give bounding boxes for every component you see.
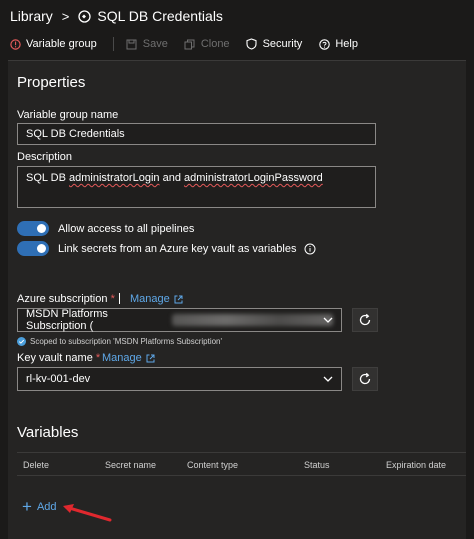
- breadcrumb-separator: >: [61, 8, 70, 24]
- refresh-icon: [358, 313, 372, 327]
- external-link-icon: [146, 354, 155, 363]
- toolbar: Variable group Save Clone Security Help: [0, 32, 474, 56]
- clone-button[interactable]: Clone: [184, 38, 230, 50]
- description-label: Description: [17, 151, 73, 163]
- label-divider: [119, 293, 120, 304]
- chevron-down-icon: [323, 376, 333, 383]
- page-header: Library > SQL DB Credentials: [0, 0, 474, 32]
- azure-subscription-value: MSDN Platforms Subscription (: [26, 308, 108, 332]
- azure-subscription-dropdown[interactable]: MSDN Platforms Subscription (: [17, 308, 342, 332]
- column-status: Status: [304, 460, 330, 470]
- plus-icon: +: [22, 497, 32, 516]
- variables-table-header: Delete Secret name Content type Status E…: [17, 452, 466, 476]
- add-variable-label: Add: [36, 500, 57, 513]
- key-vault-label: Key vault name *: [17, 352, 100, 364]
- scoped-note: Scoped to subscription 'MSDN Platforms S…: [17, 337, 222, 346]
- help-label: Help: [335, 38, 358, 50]
- variable-group-icon: [78, 9, 92, 23]
- required-marker: *: [95, 352, 101, 364]
- description-text-1: SQL DB: [26, 172, 66, 184]
- chevron-down-icon: [323, 317, 333, 324]
- help-button[interactable]: Help: [318, 38, 358, 50]
- manage-keyvault-link[interactable]: Manage: [102, 352, 155, 364]
- redacted-subscription-id: [171, 314, 333, 326]
- description-text-3: and: [162, 172, 181, 184]
- tab-variable-group[interactable]: Variable group: [9, 38, 97, 50]
- manage-keyvault-label: Manage: [102, 352, 142, 364]
- azure-subscription-label-text: Azure subscription: [17, 293, 108, 305]
- save-icon: [126, 38, 138, 50]
- key-vault-value: rl-kv-001-dev: [26, 373, 91, 385]
- scoped-note-text: Scoped to subscription 'MSDN Platforms S…: [30, 337, 223, 346]
- column-content-type: Content type: [187, 460, 239, 470]
- page-title: SQL DB Credentials: [97, 8, 223, 24]
- key-vault-label-text: Key vault name: [17, 352, 93, 364]
- external-link-icon: [174, 295, 183, 304]
- column-secret-name: Secret name: [105, 460, 157, 470]
- alert-circle-icon: [9, 38, 21, 50]
- refresh-subscription-button[interactable]: [352, 308, 378, 332]
- variable-group-name-value: SQL DB Credentials: [26, 128, 125, 140]
- properties-heading: Properties: [17, 74, 86, 91]
- column-expiration-date: Expiration date: [386, 460, 447, 470]
- allow-pipelines-label: Allow access to all pipelines: [58, 222, 195, 235]
- save-label: Save: [142, 38, 168, 50]
- link-keyvault-label: Link secrets from an Azure key vault as …: [58, 242, 297, 255]
- save-button[interactable]: Save: [126, 38, 168, 50]
- allow-pipelines-toggle[interactable]: [17, 221, 49, 236]
- link-keyvault-toggle[interactable]: [17, 241, 49, 256]
- manage-subscription-link[interactable]: Manage: [130, 293, 183, 305]
- info-icon[interactable]: [304, 243, 316, 255]
- security-button[interactable]: Security: [246, 38, 303, 50]
- allow-pipelines-row: Allow access to all pipelines: [17, 221, 194, 236]
- add-variable-button[interactable]: + Add: [22, 498, 57, 515]
- shield-icon: [246, 38, 258, 50]
- clone-icon: [184, 38, 196, 50]
- check-circle-icon: [17, 337, 26, 346]
- security-label: Security: [262, 38, 303, 50]
- link-keyvault-row: Link secrets from an Azure key vault as …: [17, 241, 316, 256]
- key-vault-dropdown[interactable]: rl-kv-001-dev: [17, 367, 342, 391]
- description-text-2: administratorLogin: [69, 172, 160, 184]
- breadcrumb-library[interactable]: Library: [10, 8, 53, 24]
- variable-group-name-input[interactable]: SQL DB Credentials: [17, 123, 376, 145]
- variables-heading: Variables: [17, 424, 79, 441]
- azure-subscription-label: Azure subscription *: [17, 293, 115, 305]
- variable-group-name-label: Variable group name: [17, 109, 119, 121]
- toolbar-divider: [112, 37, 114, 51]
- annotation-arrow: [63, 504, 112, 522]
- manage-subscription-label: Manage: [130, 293, 170, 305]
- required-marker: *: [110, 293, 115, 305]
- help-icon: [318, 38, 330, 50]
- refresh-icon: [358, 372, 372, 386]
- clone-label: Clone: [200, 38, 230, 50]
- tab-variable-group-label: Variable group: [26, 38, 97, 50]
- description-text-4: administratorLoginPassword: [184, 172, 323, 184]
- refresh-keyvault-button[interactable]: [352, 367, 378, 391]
- description-textarea[interactable]: SQL DB administratorLogin and administra…: [17, 166, 376, 208]
- column-delete: Delete: [23, 460, 50, 470]
